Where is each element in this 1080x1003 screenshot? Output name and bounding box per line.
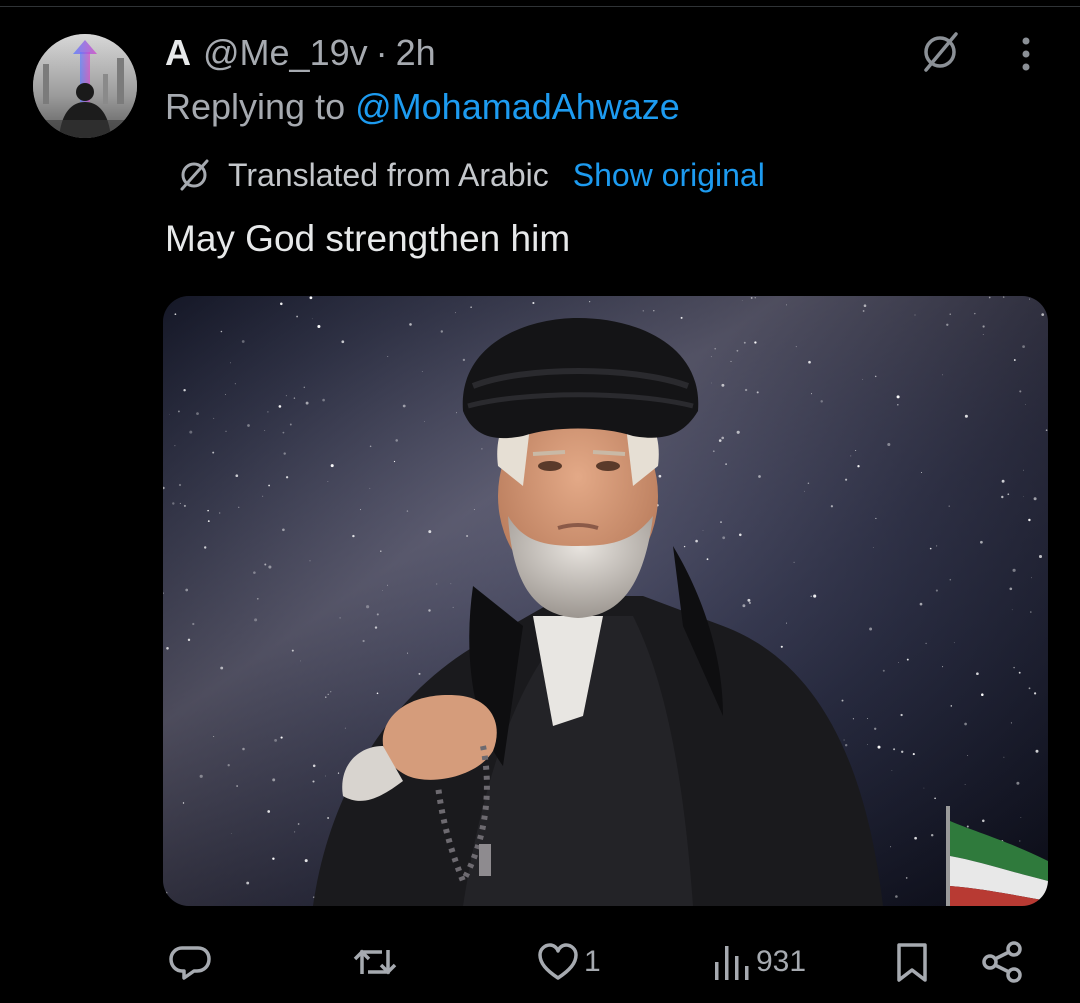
replying-to-handle[interactable]: @MohamadAhwaze: [355, 86, 680, 127]
avatar-image: [33, 34, 137, 138]
media-illustration: [163, 296, 1048, 906]
timestamp[interactable]: 2h: [396, 32, 436, 74]
translation-bar: Translated from Arabic Show original: [176, 155, 765, 195]
replying-to-label: Replying to: [165, 86, 346, 127]
bookmark-icon: [897, 943, 927, 982]
more-vertical-icon[interactable]: [1008, 34, 1044, 74]
heart-icon: [538, 943, 578, 980]
bookmark-button[interactable]: [892, 930, 932, 994]
tweet-container: A @Me_19v · 2h Replying to @MohamadAhwaz…: [0, 0, 1080, 1003]
translated-label: Translated from Arabic: [228, 156, 549, 193]
reply-button[interactable]: [168, 930, 216, 994]
tweet-header: A @Me_19v · 2h: [165, 30, 436, 76]
show-original-link[interactable]: Show original: [573, 157, 765, 194]
separator: ·: [375, 32, 388, 73]
avatar[interactable]: [33, 34, 137, 138]
grok-icon[interactable]: [918, 30, 962, 74]
divider: [0, 6, 1080, 7]
grok-translate-icon: [180, 159, 209, 191]
tweet-text: May God strengthen him: [165, 218, 571, 259]
like-count: 1: [584, 945, 601, 978]
retweet-button[interactable]: [352, 930, 402, 994]
reply-icon: [169, 946, 211, 980]
like-button[interactable]: 1: [536, 930, 601, 994]
views-button[interactable]: 931: [712, 930, 806, 994]
views-chart-icon: [715, 946, 749, 980]
share-button[interactable]: [980, 930, 1024, 994]
tweet-media-image[interactable]: [163, 296, 1048, 906]
display-name[interactable]: A: [165, 32, 191, 74]
share-icon: [982, 941, 1022, 983]
user-handle[interactable]: @Me_19v: [203, 32, 368, 74]
action-bar: 1 931: [0, 930, 1080, 994]
views-count: 931: [756, 945, 807, 978]
replying-to: Replying to @MohamadAhwaze: [165, 86, 680, 128]
retweet-icon: [353, 949, 397, 975]
